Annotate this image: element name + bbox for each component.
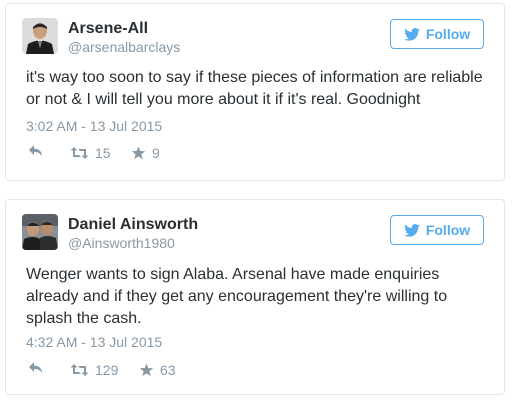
retweet-icon [70, 364, 89, 376]
user-names: Arsene-All @arsenalbarclays [68, 19, 180, 56]
follow-label: Follow [425, 26, 471, 42]
retweet-button[interactable]: 129 [70, 361, 118, 379]
tweet-text: it's way too soon to say if these pieces… [26, 69, 483, 108]
reply-button[interactable] [28, 361, 44, 375]
user-handle[interactable]: @arsenalbarclays [68, 38, 180, 56]
retweet-button[interactable]: 15 [70, 144, 111, 162]
user-handle[interactable]: @Ainsworth1980 [68, 234, 198, 252]
retweet-count: 129 [95, 362, 119, 378]
follow-button[interactable]: Follow [390, 215, 484, 245]
star-icon [131, 146, 146, 160]
twitter-bird-icon [404, 223, 420, 237]
tweet-timestamp[interactable]: 3:02 AM - 13 Jul 2015 [26, 117, 162, 135]
star-icon [139, 363, 154, 377]
tweet-timestamp[interactable]: 4:32 AM - 13 Jul 2015 [26, 333, 162, 351]
tweet-text: Wenger wants to sign Alaba. Arsenal have… [26, 266, 448, 327]
reply-button[interactable] [28, 144, 44, 158]
retweet-icon [70, 147, 89, 159]
avatar[interactable] [22, 18, 58, 54]
twitter-bird-icon [404, 27, 420, 41]
tweet-card: Arsene-All @arsenalbarclays Follow it's … [5, 3, 505, 181]
user-names: Daniel Ainsworth @Ainsworth1980 [68, 215, 198, 252]
retweet-count: 15 [95, 145, 111, 161]
display-name[interactable]: Arsene-All [68, 19, 180, 38]
tweet-card: Daniel Ainsworth @Ainsworth1980 Follow W… [5, 199, 505, 395]
follow-label: Follow [425, 222, 471, 238]
reply-icon [29, 145, 42, 156]
display-name[interactable]: Daniel Ainsworth [68, 215, 198, 234]
reply-icon [29, 362, 42, 373]
follow-button[interactable]: Follow [390, 19, 484, 49]
favorite-count: 63 [160, 362, 176, 378]
favorite-button[interactable]: 9 [131, 144, 160, 162]
favorite-count: 9 [152, 145, 160, 161]
avatar[interactable] [22, 214, 58, 250]
favorite-button[interactable]: 63 [139, 361, 176, 379]
